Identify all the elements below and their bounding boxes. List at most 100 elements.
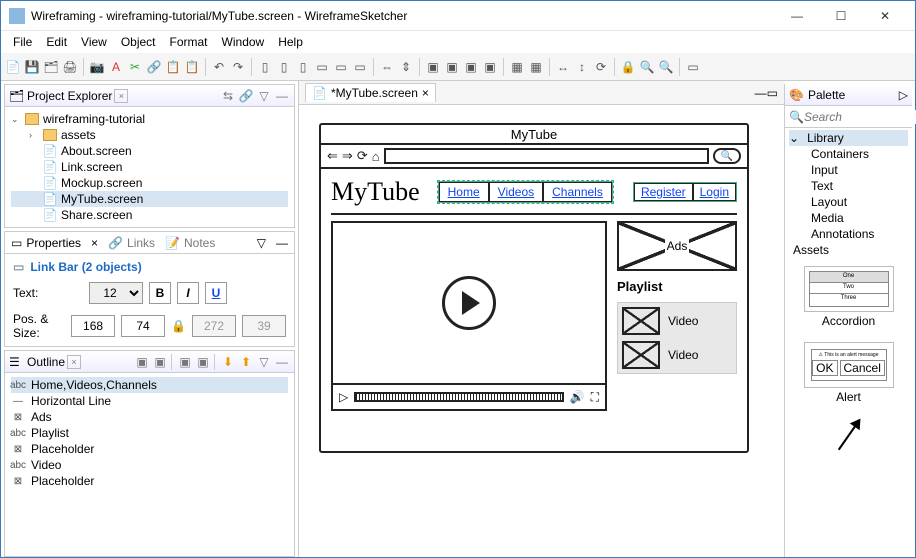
order2-icon[interactable]: ▣ — [444, 59, 460, 75]
tree-file[interactable]: Mockup.screen — [61, 176, 142, 190]
project-tree[interactable]: ⌄wireframing-tutorial ›assets 📄About.scr… — [5, 107, 294, 227]
outline-menu-icon[interactable]: ▽ — [256, 354, 272, 370]
share-icon[interactable]: ✂ — [127, 59, 143, 75]
editor-tab[interactable]: 📄 *MyTube.screen × — [305, 83, 436, 102]
tab-links[interactable]: 🔗 Links — [108, 236, 155, 250]
palette-cat[interactable]: Layout — [811, 195, 847, 209]
lock-pos-icon[interactable]: 🔒 — [171, 319, 186, 333]
editor-tab-close-icon[interactable]: × — [422, 86, 429, 100]
print-icon[interactable]: 🖨 — [62, 59, 78, 75]
props-min-icon[interactable]: — — [276, 236, 288, 250]
outline-btn3[interactable]: ▣ — [177, 354, 193, 370]
viewmenu-icon[interactable]: ▽ — [256, 88, 272, 104]
menu-file[interactable]: File — [7, 33, 38, 51]
align-right-icon[interactable]: ▯ — [295, 59, 311, 75]
palette-cat[interactable]: Text — [811, 179, 833, 193]
nav-link[interactable]: Home — [439, 182, 489, 202]
outline-item[interactable]: Placeholder — [31, 442, 94, 456]
palette-cat[interactable]: Media — [811, 211, 844, 225]
tree-file[interactable]: Share.screen — [61, 208, 132, 222]
collapse-icon[interactable]: ⇆ — [220, 88, 236, 104]
redo-icon[interactable]: ↷ — [230, 59, 246, 75]
tree-folder-assets[interactable]: assets — [61, 128, 96, 142]
palette-cat[interactable]: Annotations — [811, 227, 874, 241]
editor-min-icon[interactable]: — — [755, 86, 767, 100]
sizeh-icon[interactable]: ↕ — [574, 59, 590, 75]
palette-cat[interactable]: Input — [811, 163, 838, 177]
outline-item[interactable]: Placeholder — [31, 474, 94, 488]
wireframe-browser[interactable]: MyTube ⇐ ⇒ ⟳ ⌂ 🔍 MyTube Home Videos — [319, 123, 749, 453]
sizew-icon[interactable]: ↔ — [555, 59, 571, 75]
outline-item[interactable]: Horizontal Line — [31, 394, 111, 408]
min-icon[interactable]: — — [274, 88, 290, 104]
tab-notes[interactable]: 📝 Notes — [165, 236, 215, 250]
menu-edit[interactable]: Edit — [40, 33, 73, 51]
menu-window[interactable]: Window — [216, 33, 271, 51]
copy-icon[interactable]: 📋 — [165, 59, 181, 75]
new-icon[interactable]: 📄 — [5, 59, 21, 75]
undo-icon[interactable]: ↶ — [211, 59, 227, 75]
wf-link-bar-nav[interactable]: Home Videos Channels — [438, 181, 613, 203]
palette-search-input[interactable] — [804, 110, 916, 124]
wf-link-bar-auth[interactable]: Register Login — [633, 182, 737, 202]
outline-min-icon[interactable]: — — [274, 354, 290, 370]
props-menu-icon[interactable]: ▽ — [257, 236, 266, 250]
saveall-icon[interactable]: 🗂 — [43, 59, 59, 75]
camera-icon[interactable]: 📷 — [89, 59, 105, 75]
outline-down-icon[interactable]: ⬇ — [220, 354, 236, 370]
order3-icon[interactable]: ▣ — [463, 59, 479, 75]
outline-up-icon[interactable]: ⬆ — [238, 354, 254, 370]
link-icon[interactable]: 🔗 — [146, 59, 162, 75]
outline-item[interactable]: Home,Videos,Channels — [31, 378, 157, 392]
lock-icon[interactable]: 🔒 — [620, 59, 636, 75]
palette-item-accordion[interactable]: OneTwoThree Accordion — [804, 266, 894, 328]
tree-file-selected[interactable]: MyTube.screen — [61, 192, 143, 206]
present-icon[interactable]: ▭ — [685, 59, 701, 75]
underline-button[interactable]: U — [205, 282, 227, 304]
dist-h-icon[interactable]: ⇔ — [379, 59, 395, 75]
palette-library[interactable]: Library — [807, 131, 844, 145]
paste-icon[interactable]: 📋 — [184, 59, 200, 75]
palette-assets[interactable]: Assets — [793, 243, 829, 257]
palette-item-alert[interactable]: ⚠ This is an alert messageOKCancel Alert — [804, 342, 894, 404]
auth-link[interactable]: Login — [693, 183, 736, 201]
group-icon[interactable]: ▦ — [509, 59, 525, 75]
outline-btn2[interactable]: ▣ — [152, 354, 168, 370]
align-center-icon[interactable]: ▯ — [276, 59, 292, 75]
pos-y-input[interactable] — [121, 315, 165, 337]
zoomin-icon[interactable]: 🔍 — [639, 59, 655, 75]
tree-file[interactable]: About.screen — [61, 144, 132, 158]
dist-v-icon[interactable]: ⇕ — [398, 59, 414, 75]
outline-close-icon[interactable]: × — [67, 355, 81, 369]
align-left-icon[interactable]: ▯ — [257, 59, 273, 75]
zoomout-icon[interactable]: 🔍 — [658, 59, 674, 75]
palette-item-arrow[interactable] — [804, 418, 894, 452]
close-button[interactable]: ✕ — [863, 1, 907, 31]
maximize-button[interactable]: ☐ — [819, 1, 863, 31]
palette-arrow-icon[interactable]: ▷ — [899, 88, 908, 102]
tree-root[interactable]: wireframing-tutorial — [43, 112, 145, 126]
explorer-close-icon[interactable]: × — [114, 89, 128, 103]
italic-button[interactable]: I — [177, 282, 199, 304]
pos-x-input[interactable] — [71, 315, 115, 337]
nav-link[interactable]: Channels — [543, 182, 612, 202]
minimize-button[interactable]: — — [775, 1, 819, 31]
outline-item[interactable]: Video — [31, 458, 61, 472]
editor-max-icon[interactable]: ▭ — [767, 86, 778, 100]
properties-close-icon[interactable]: × — [91, 236, 98, 250]
tree-file[interactable]: Link.screen — [61, 160, 122, 174]
menu-format[interactable]: Format — [164, 33, 214, 51]
menu-object[interactable]: Object — [115, 33, 162, 51]
save-icon[interactable]: 💾 — [24, 59, 40, 75]
outline-list[interactable]: abcHome,Videos,Channels —Horizontal Line… — [5, 373, 294, 493]
font-size-select[interactable]: 12 — [89, 282, 143, 304]
align-bot-icon[interactable]: ▭ — [352, 59, 368, 75]
menu-view[interactable]: View — [75, 33, 113, 51]
bold-button[interactable]: B — [149, 282, 171, 304]
order4-icon[interactable]: ▣ — [482, 59, 498, 75]
outline-item[interactable]: Playlist — [31, 426, 69, 440]
outline-btn1[interactable]: ▣ — [134, 354, 150, 370]
auth-link[interactable]: Register — [634, 183, 693, 201]
align-top-icon[interactable]: ▭ — [314, 59, 330, 75]
align-mid-icon[interactable]: ▭ — [333, 59, 349, 75]
